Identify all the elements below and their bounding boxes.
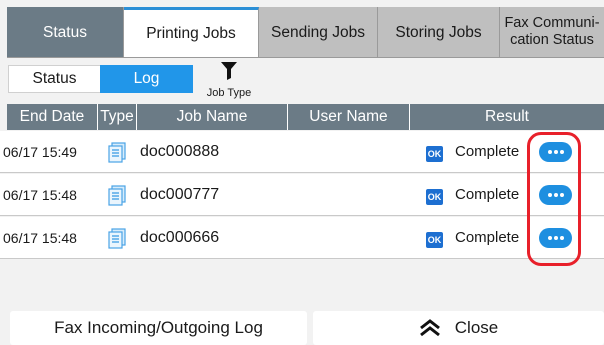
close-button[interactable]: Close [313,311,604,345]
close-label: Close [454,318,499,337]
print-document-icon [108,142,126,163]
end-date-cell: 06/17 15:49 [3,144,77,160]
tab-storing-jobs[interactable]: Storing Jobs [378,7,500,57]
job-type-label: Job Type [206,87,252,99]
fax-log-button[interactable]: Fax Incoming/Outgoing Log [10,311,307,345]
column-header-user-name[interactable]: User Name [288,104,410,130]
double-chevron-up-icon [419,319,440,337]
job-name-cell: doc000666 [140,229,220,246]
end-date-cell: 06/17 15:48 [3,230,77,246]
tab-sending-jobs[interactable]: Sending Jobs [259,7,378,57]
table-row[interactable]: 06/17 15:48 doc000777 OK Complete [0,174,604,216]
result-cell: Complete [455,186,520,203]
funnel-icon [221,62,237,80]
highlight-annotation [527,132,581,266]
result-cell: Complete [455,143,520,160]
tab-printing-jobs[interactable]: Printing Jobs [124,7,259,57]
job-type-filter-button[interactable]: Job Type [198,60,260,100]
tab-status[interactable]: Status [7,7,124,57]
table-row[interactable]: 06/17 15:48 doc000666 OK Complete [0,217,604,259]
tab-fax-communication-status-label: Fax Communi- cation Status [504,15,600,48]
job-name-cell: doc000777 [140,186,220,203]
column-header-job-name[interactable]: Job Name [137,104,288,130]
column-header-end-date[interactable]: End Date [7,104,98,130]
result-cell: Complete [455,229,520,246]
print-document-icon [108,185,126,206]
ok-badge-icon: OK [426,232,443,248]
table-row[interactable]: 06/17 15:49 doc000888 OK Complete [0,131,604,173]
table-header: End Date Type Job Name User Name Result [7,104,604,130]
job-name-cell: doc000888 [140,143,220,160]
print-document-icon [108,228,126,249]
status-toggle-button[interactable]: Status [8,65,101,93]
tab-fax-communication-status[interactable]: Fax Communi- cation Status [500,7,604,57]
ok-badge-icon: OK [426,189,443,205]
column-header-type[interactable]: Type [98,104,137,130]
ok-badge-icon: OK [426,146,443,162]
end-date-cell: 06/17 15:48 [3,187,77,203]
log-toggle-button[interactable]: Log [100,65,193,93]
tab-divider [7,57,604,58]
column-header-result[interactable]: Result [410,104,604,130]
tab-bar: Status Printing Jobs Sending Jobs Storin… [7,7,604,57]
